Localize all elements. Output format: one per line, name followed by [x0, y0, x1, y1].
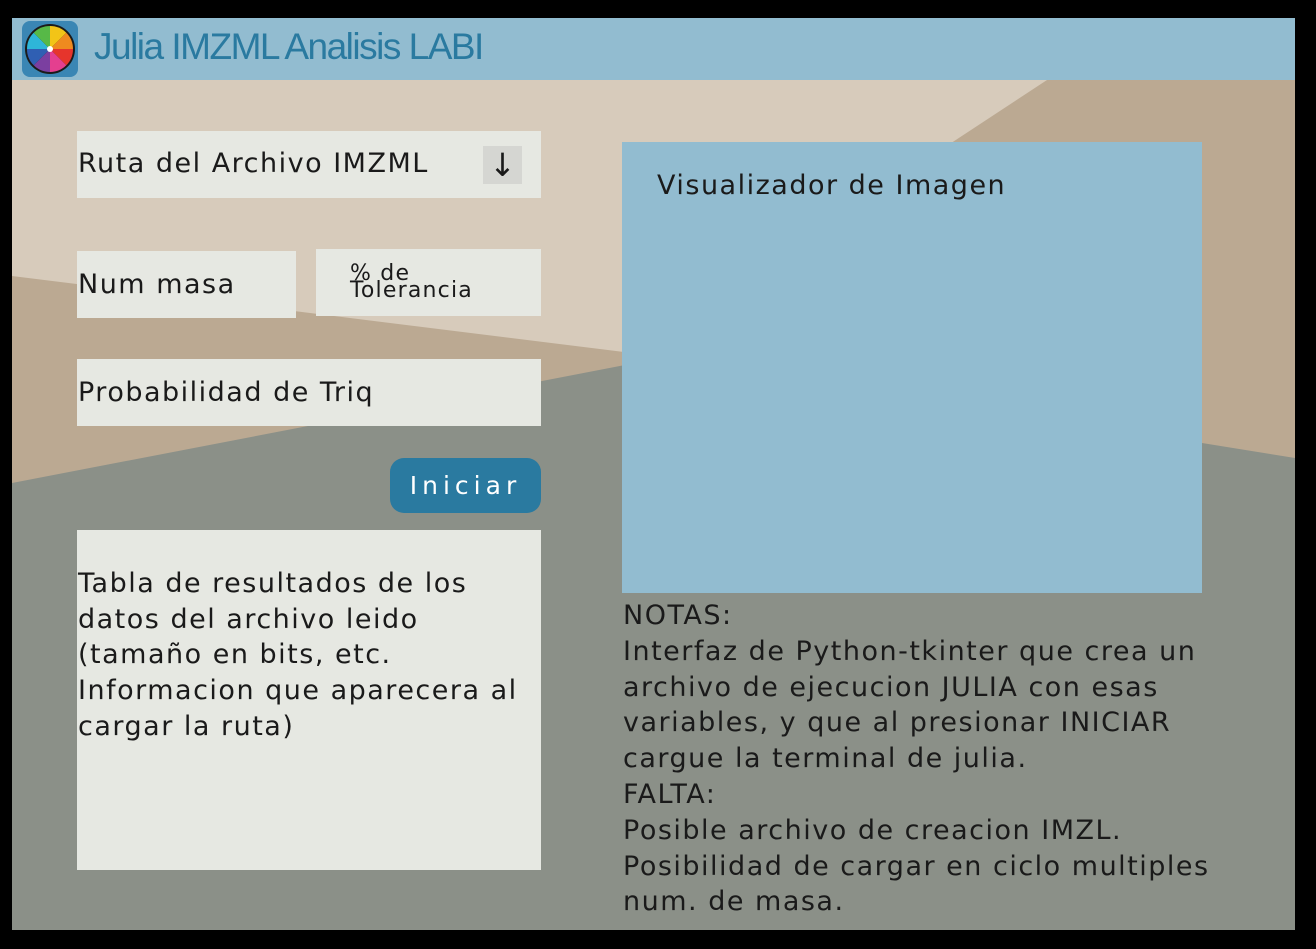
start-button[interactable]: Iniciar — [390, 458, 541, 513]
file-browse-button[interactable]: ↓ — [483, 146, 522, 184]
app-title: Julia IMZML Analisis LABI — [94, 26, 484, 67]
probability-placeholder: Probabilidad de Triq — [78, 377, 375, 408]
results-table-panel: Tabla de resultados de los datos del arc… — [77, 530, 541, 870]
file-path-input[interactable]: Ruta del Archivo IMZML ↓ — [77, 131, 541, 198]
tolerance-placeholder: % de Tolerancia — [350, 261, 473, 303]
mass-number-input[interactable]: Num masa — [77, 251, 296, 318]
title-bar: Julia IMZML Analisis LABI — [12, 18, 1295, 80]
results-description: Tabla de resultados de los datos del arc… — [78, 568, 518, 742]
arrow-down-icon: ↓ — [489, 146, 516, 184]
probability-input[interactable]: Probabilidad de Triq — [77, 359, 541, 426]
file-path-placeholder: Ruta del Archivo IMZML — [78, 148, 429, 179]
tolerance-input[interactable]: % de Tolerancia — [316, 249, 541, 316]
notes-text: NOTAS: Interfaz de Python-tkinter que cr… — [623, 600, 1210, 918]
image-viewer: Visualizador de Imagen — [622, 142, 1202, 593]
image-viewer-label: Visualizador de Imagen — [657, 170, 1007, 201]
app-window: Julia IMZML Analisis LABI Ruta del Archi… — [12, 18, 1295, 930]
mass-number-placeholder: Num masa — [78, 269, 236, 300]
color-wheel-icon — [22, 21, 78, 77]
